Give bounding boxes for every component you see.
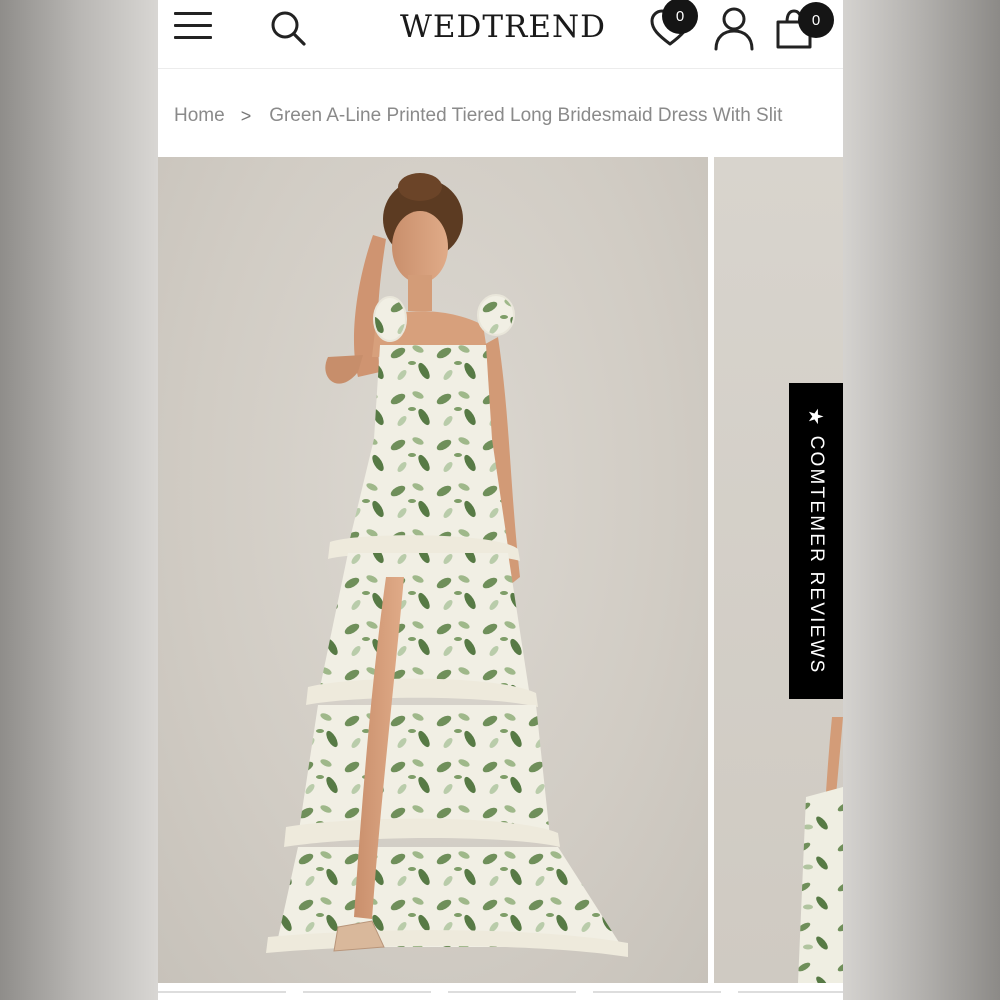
breadcrumb-current: Green A-Line Printed Tiered Long Bridesm… <box>269 105 783 126</box>
model-dress-image <box>266 173 628 957</box>
menu-button[interactable] <box>172 10 214 44</box>
wishlist-count-badge: 0 <box>662 0 698 34</box>
site-header: WEDTREND 0 0 <box>158 0 843 69</box>
search-icon <box>271 11 306 46</box>
pagination-dot[interactable] <box>593 991 721 993</box>
account-button[interactable] <box>710 4 758 52</box>
star-icon: ★ <box>804 407 827 428</box>
user-icon <box>714 7 754 51</box>
cart-count-badge: 0 <box>798 2 834 38</box>
reviews-tab-label: COMTEMER REVIEWS <box>806 435 827 675</box>
breadcrumb: Home > Green A-Line Printed Tiered Long … <box>174 102 834 130</box>
product-image-main[interactable] <box>158 157 708 983</box>
gallery-pagination <box>158 983 843 1000</box>
pagination-dot[interactable] <box>448 991 576 993</box>
search-button[interactable] <box>266 6 310 50</box>
breadcrumb-home-link[interactable]: Home <box>174 105 225 127</box>
site-logo[interactable]: WEDTREND <box>388 4 618 50</box>
pagination-dot[interactable] <box>158 991 286 993</box>
pagination-dot[interactable] <box>303 991 431 993</box>
cart-button[interactable]: 0 <box>770 0 840 52</box>
breadcrumb-separator-icon: > <box>240 105 252 126</box>
product-gallery[interactable]: ★ COMTEMER REVIEWS <box>158 157 843 983</box>
reviews-tab-text: ★ COMTEMER REVIEWS <box>801 391 831 691</box>
product-page: WEDTREND 0 0 Home > Green A-Line Printed… <box>158 0 843 1000</box>
customer-reviews-tab[interactable]: ★ COMTEMER REVIEWS <box>789 383 843 699</box>
pagination-dot[interactable] <box>738 991 843 993</box>
wishlist-button[interactable]: 0 <box>646 0 702 52</box>
